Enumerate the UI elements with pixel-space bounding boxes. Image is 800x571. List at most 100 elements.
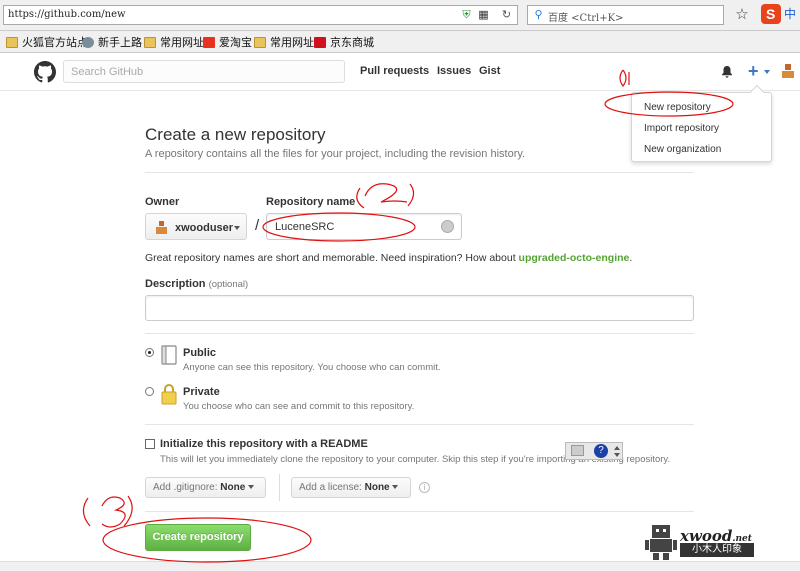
optional-label: (optional) [208,279,249,290]
annotation-mark-2 [356,183,415,209]
readme-title: Initialize this repository with a README [160,438,368,450]
avatar [156,221,167,234]
svg-text:S: S [766,6,775,22]
repository-name-value: LuceneSRC [275,221,335,233]
folder-icon [144,36,156,48]
gitignore-select[interactable]: Add .gitignore: None [145,477,266,498]
jd-icon [314,36,326,48]
chevron-up-icon [614,446,620,450]
description-label-text: Description [145,278,206,290]
owner-repo-separator: / [255,217,260,234]
private-description: You choose who can see and commit to thi… [183,401,415,412]
new-menu-dropdown: New repository Import repository New org… [631,84,772,162]
address-bar[interactable]: https://github.com/new ⛨ ▦ ↻ [3,5,518,25]
info-icon[interactable]: i [419,482,430,493]
menu-item-import-repository[interactable]: Import repository [644,123,719,134]
divider [145,424,694,425]
chevron-down-icon [763,70,770,75]
name-suggestion-hint: Great repository names are short and mem… [145,252,632,264]
public-radio[interactable] [145,348,154,357]
browser-search-box[interactable]: ⚲ 百度 <Ctrl+K> [527,5,724,25]
lock-icon [161,384,177,405]
robot-logo-icon [645,525,677,560]
divider [145,333,694,334]
owner-label: Owner [145,196,180,208]
select-separator [279,474,280,501]
owner-select[interactable]: xwooduser [145,213,247,240]
folder-icon [6,36,18,48]
bookmark-item[interactable]: 常用网址 [254,34,314,50]
globe-icon [82,36,94,48]
private-radio[interactable] [145,387,154,396]
license-select[interactable]: Add a license: None [291,477,411,498]
hint-text: Great repository names are short and mem… [145,252,516,264]
bell-icon[interactable] [720,65,734,79]
ime-indicator[interactable]: S 中 [760,3,800,25]
chevron-down-icon [392,485,399,490]
github-search-placeholder: Search GitHub [71,66,144,78]
bookmark-label: 新手上路 [98,36,142,49]
readme-checkbox[interactable] [145,439,155,449]
status-bar [0,561,800,571]
nav-issues[interactable]: Issues [437,65,471,77]
menu-item-new-repository[interactable]: New repository [644,102,711,113]
browser-search-placeholder: 百度 <Ctrl+K> [548,13,624,24]
bookmark-label: 爱淘宝 [219,36,252,49]
license-value: None [364,482,390,493]
bookmarks-bar: 火狐官方站点 新手上路 常用网址 爱淘宝 常用网址 京东商城 [0,31,800,53]
star-icon[interactable]: ☆ [733,6,751,24]
address-text: https://github.com/new [8,9,126,20]
keyboard-icon [571,445,584,456]
repo-book-icon [161,345,177,365]
menu-item-new-organization[interactable]: New organization [644,144,721,155]
bookmark-label: 常用网址 [160,36,204,49]
description-input[interactable] [145,295,694,321]
bookmark-label: 火狐官方站点 [22,36,88,49]
shield-icon[interactable]: ⛨ [460,9,473,22]
divider [145,172,694,173]
user-avatar-menu[interactable] [780,63,796,79]
bookmark-label: 常用网址 [270,36,314,49]
avatar [780,63,796,79]
github-logo-icon[interactable] [34,61,56,83]
license-prefix: Add a license: [299,482,362,493]
bookmark-item[interactable]: 火狐官方站点 [6,34,88,50]
nav-pull-requests[interactable]: Pull requests [360,65,429,77]
suggested-name-link[interactable]: upgraded-octo-engine [519,252,630,264]
chevron-down-icon [248,485,255,490]
bookmark-item[interactable]: 新手上路 [82,34,142,50]
bookmark-item[interactable]: 常用网址 [144,34,204,50]
new-dropdown-button[interactable]: + [748,61,770,82]
bookmark-label: 京东商城 [330,36,374,49]
page-title: Create a new repository [145,125,326,144]
github-header: Search GitHub Pull requests Issues Gist … [0,53,800,91]
chevron-down-icon [234,226,240,230]
folder-icon [254,36,266,48]
reload-icon[interactable]: ↻ [500,9,513,22]
repo-name-label: Repository name [266,196,356,208]
create-repository-button[interactable]: Create repository [145,524,251,551]
nav-gist[interactable]: Gist [479,65,500,77]
github-search-input[interactable]: Search GitHub [63,60,345,83]
public-title: Public [183,347,217,359]
bookmark-item[interactable]: 爱淘宝 [203,34,252,50]
taobao-icon [203,36,215,48]
availability-icon [441,220,454,233]
gitignore-value: None [220,482,246,493]
gitignore-prefix: Add .gitignore: [153,482,218,493]
chevron-down-icon [614,453,620,457]
qrcode-icon[interactable]: ▦ [477,9,490,22]
plus-icon: + [748,61,759,81]
baidu-search-icon: ⚲ [534,9,543,21]
repository-name-input[interactable]: LuceneSRC [266,213,462,240]
ime-floating-toolbar[interactable]: ? [565,442,623,460]
private-title: Private [183,386,220,398]
owner-value: xwooduser [175,222,234,234]
divider [145,511,694,512]
ime-mode-label: 中 [784,7,797,21]
browser-toolbar: https://github.com/new ⛨ ▦ ↻ ⚲ 百度 <Ctrl+… [0,0,800,31]
public-description: Anyone can see this repository. You choo… [183,362,441,373]
bookmark-item[interactable]: 京东商城 [314,34,374,50]
hint-suffix: . [629,252,633,264]
watermark-subtitle: 小木人印象 [680,543,754,557]
